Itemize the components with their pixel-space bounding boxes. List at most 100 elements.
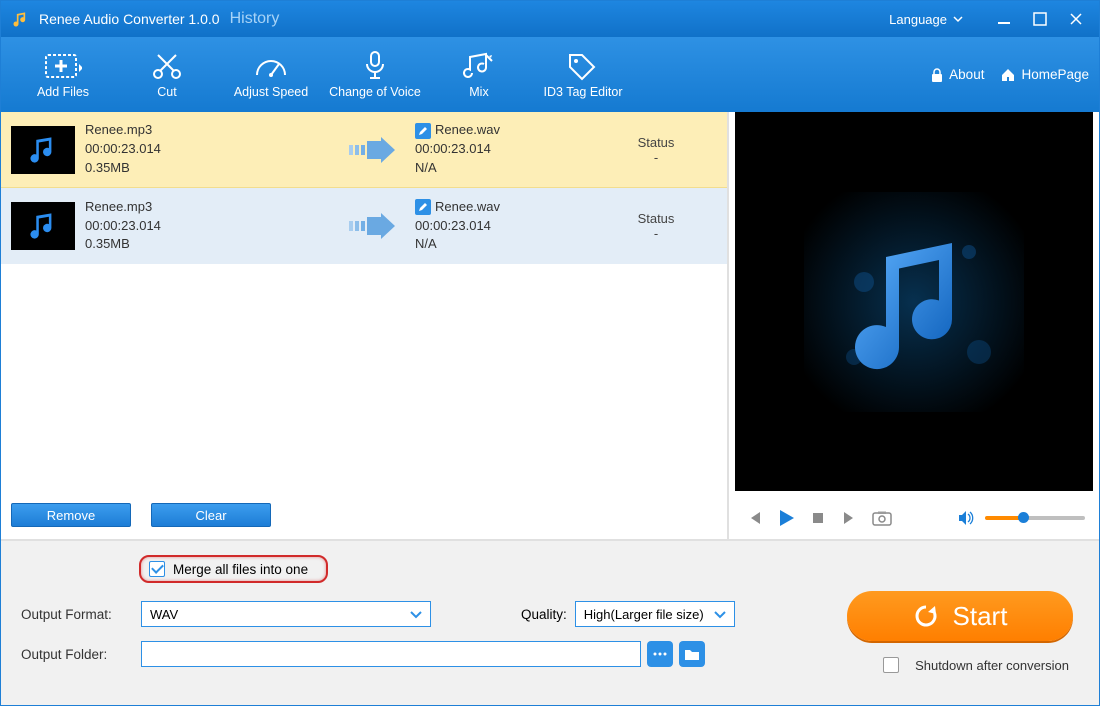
- id3-label: ID3 Tag Editor: [544, 85, 623, 99]
- clear-button[interactable]: Clear: [151, 503, 271, 527]
- volume-slider[interactable]: [985, 516, 1085, 520]
- language-label: Language: [889, 12, 947, 27]
- output-folder-label: Output Folder:: [21, 647, 141, 662]
- stop-button[interactable]: [807, 507, 829, 529]
- output-format-label: Output Format:: [21, 607, 141, 622]
- home-icon: [1000, 67, 1016, 83]
- file-thumbnail: [11, 126, 75, 174]
- adjust-speed-label: Adjust Speed: [234, 85, 308, 99]
- merge-option-highlighted[interactable]: Merge all files into one: [139, 555, 328, 583]
- status-value: -: [595, 150, 717, 165]
- tag-icon: [564, 50, 602, 82]
- shutdown-option[interactable]: Shutdown after conversion: [883, 657, 1069, 673]
- next-button[interactable]: [839, 507, 861, 529]
- homepage-label: HomePage: [1021, 67, 1089, 82]
- merge-checkbox[interactable]: [149, 561, 165, 577]
- refresh-icon: [913, 603, 939, 629]
- shutdown-checkbox[interactable]: [883, 657, 899, 673]
- id3-editor-button[interactable]: ID3 Tag Editor: [531, 40, 635, 110]
- file-list: Renee.mp3 00:00:23.014 0.35MB Renee.wav …: [1, 112, 727, 495]
- dest-filename: Renee.wav: [435, 198, 500, 217]
- app-title: Renee Audio Converter 1.0.0: [39, 11, 220, 27]
- change-voice-button[interactable]: Change of Voice: [323, 40, 427, 110]
- app-window: Renee Audio Converter 1.0.0 History Lang…: [0, 0, 1100, 706]
- source-filename: Renee.mp3: [85, 198, 335, 217]
- snapshot-button[interactable]: [871, 507, 893, 529]
- arrow-icon: [335, 135, 415, 165]
- shutdown-label: Shutdown after conversion: [915, 658, 1069, 673]
- music-note-icon: [804, 192, 1024, 412]
- mix-button[interactable]: Mix: [427, 40, 531, 110]
- lock-icon: [930, 67, 944, 83]
- source-duration: 00:00:23.014: [85, 140, 335, 159]
- dest-duration: 00:00:23.014: [415, 140, 595, 159]
- maximize-button[interactable]: [1027, 9, 1053, 29]
- close-button[interactable]: [1063, 9, 1089, 29]
- status-column: Status -: [595, 135, 717, 165]
- prev-button[interactable]: [743, 507, 765, 529]
- cut-label: Cut: [157, 85, 176, 99]
- mix-icon: [460, 50, 498, 82]
- add-files-label: Add Files: [37, 85, 89, 99]
- language-menu[interactable]: Language: [889, 12, 963, 27]
- app-logo-icon: [11, 9, 31, 29]
- add-files-icon: [44, 50, 82, 82]
- remove-button[interactable]: Remove: [11, 503, 131, 527]
- list-actions: Remove Clear: [1, 495, 727, 539]
- file-row[interactable]: Renee.mp3 00:00:23.014 0.35MB Renee.wav …: [1, 112, 727, 188]
- browse-folder-button[interactable]: [679, 641, 705, 667]
- source-duration: 00:00:23.014: [85, 217, 335, 236]
- dest-size: N/A: [415, 235, 595, 254]
- player-controls: [729, 497, 1099, 539]
- quality-value: High(Larger file size): [584, 607, 704, 622]
- start-label: Start: [953, 601, 1008, 632]
- source-info: Renee.mp3 00:00:23.014 0.35MB: [85, 198, 335, 255]
- more-button[interactable]: [647, 641, 673, 667]
- output-format-value: WAV: [150, 607, 178, 622]
- caret-down-icon: [410, 610, 422, 620]
- source-filename: Renee.mp3: [85, 121, 335, 140]
- microphone-icon: [356, 50, 394, 82]
- status-label: Status: [595, 211, 717, 226]
- volume-icon[interactable]: [955, 507, 977, 529]
- cut-button[interactable]: Cut: [115, 40, 219, 110]
- about-link[interactable]: About: [930, 67, 984, 83]
- edit-icon[interactable]: [415, 123, 431, 139]
- caret-down-icon: [953, 14, 963, 24]
- dest-info: Renee.wav 00:00:23.014 N/A: [415, 198, 595, 255]
- content-area: Renee.mp3 00:00:23.014 0.35MB Renee.wav …: [1, 112, 1099, 539]
- status-value: -: [595, 226, 717, 241]
- gauge-icon: [252, 50, 290, 82]
- about-label: About: [949, 67, 984, 82]
- edit-icon[interactable]: [415, 199, 431, 215]
- dest-info: Renee.wav 00:00:23.014 N/A: [415, 121, 595, 178]
- change-voice-label: Change of Voice: [329, 85, 421, 99]
- source-size: 0.35MB: [85, 235, 335, 254]
- dest-duration: 00:00:23.014: [415, 217, 595, 236]
- minimize-button[interactable]: [991, 9, 1017, 29]
- status-label: Status: [595, 135, 717, 150]
- file-thumbnail: [11, 202, 75, 250]
- dest-size: N/A: [415, 159, 595, 178]
- arrow-icon: [335, 211, 415, 241]
- quality-label: Quality:: [521, 607, 567, 622]
- adjust-speed-button[interactable]: Adjust Speed: [219, 40, 323, 110]
- main-toolbar: Add Files Cut Adjust Speed Change of Voi…: [1, 37, 1099, 112]
- add-files-button[interactable]: Add Files: [11, 40, 115, 110]
- output-format-select[interactable]: WAV: [141, 601, 431, 627]
- file-panel: Renee.mp3 00:00:23.014 0.35MB Renee.wav …: [1, 112, 729, 539]
- file-row[interactable]: Renee.mp3 00:00:23.014 0.35MB Renee.wav …: [1, 188, 727, 264]
- scissors-icon: [148, 50, 186, 82]
- output-folder-input[interactable]: [141, 641, 641, 667]
- history-link[interactable]: History: [230, 10, 280, 28]
- output-panel: Merge all files into one Output Format: …: [1, 539, 1099, 705]
- dest-filename: Renee.wav: [435, 121, 500, 140]
- merge-label: Merge all files into one: [173, 562, 308, 577]
- start-button[interactable]: Start: [847, 591, 1073, 641]
- status-column: Status -: [595, 211, 717, 241]
- quality-select[interactable]: High(Larger file size): [575, 601, 735, 627]
- homepage-link[interactable]: HomePage: [1000, 67, 1089, 83]
- title-bar: Renee Audio Converter 1.0.0 History Lang…: [1, 1, 1099, 37]
- play-button[interactable]: [775, 507, 797, 529]
- source-size: 0.35MB: [85, 159, 335, 178]
